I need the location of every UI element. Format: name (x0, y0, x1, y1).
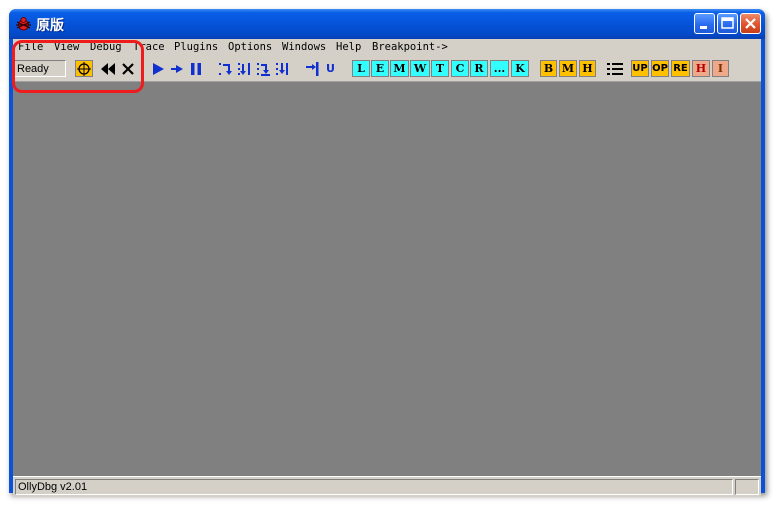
pause-icon (190, 62, 201, 75)
op-plugin-button[interactable]: OP (651, 60, 669, 77)
modules-window-button[interactable]: E (371, 60, 389, 77)
step-over-icon (237, 62, 250, 75)
log-window-button[interactable]: L (352, 60, 370, 77)
trace-over-button[interactable] (273, 60, 290, 77)
status-text: OllyDbg v2.01 (15, 479, 733, 495)
till-return-icon (305, 61, 318, 76)
pause-button[interactable] (187, 60, 204, 77)
menu-windows[interactable]: Windows (282, 41, 326, 53)
status-bar: OllyDbg v2.01 (13, 476, 761, 497)
minimize-icon (700, 26, 707, 29)
window-title: 原版 (36, 18, 64, 34)
bug-icon (16, 17, 31, 31)
step-into-icon (218, 62, 232, 75)
list-icon (607, 62, 623, 75)
references-window-button[interactable]: R (470, 60, 488, 77)
close-button[interactable] (740, 13, 761, 34)
menu-plugins[interactable]: Plugins (174, 41, 218, 53)
run-thread-button[interactable] (168, 60, 185, 77)
maximize-icon (721, 17, 734, 29)
execute-till-user-code-button[interactable]: U (322, 60, 339, 77)
hardware-breakpoints-button[interactable]: H (579, 60, 596, 77)
title-bar[interactable]: 原版 (9, 9, 765, 39)
trace-into-icon (256, 62, 270, 76)
run-thread-icon (170, 64, 183, 73)
play-icon (152, 62, 164, 75)
run-button[interactable] (149, 60, 166, 77)
maximize-button[interactable] (717, 13, 738, 34)
execute-till-return-button[interactable] (303, 60, 320, 77)
status-panel-secondary (735, 479, 759, 495)
minimize-button[interactable] (694, 13, 715, 34)
mdi-workspace[interactable] (13, 82, 761, 469)
trace-into-button[interactable] (254, 60, 271, 77)
step-into-button[interactable] (216, 60, 233, 77)
close-icon (745, 18, 756, 29)
threads-window-button[interactable]: T (431, 60, 449, 77)
run-trace-window-button[interactable]: ... (490, 60, 509, 77)
step-over-button[interactable] (235, 60, 252, 77)
trace-over-icon (275, 62, 288, 75)
menu-options[interactable]: Options (228, 41, 272, 53)
annotation-highlight (12, 40, 144, 93)
call-stack-window-button[interactable]: K (511, 60, 529, 77)
list-button[interactable] (606, 60, 624, 77)
menu-breakpoint[interactable]: Breakpoint-> (372, 41, 448, 53)
memory-window-button[interactable]: M (390, 60, 409, 77)
memory-breakpoints-button[interactable]: M (559, 60, 577, 77)
re-plugin-button[interactable]: RE (671, 60, 690, 77)
windows-window-button[interactable]: W (410, 60, 430, 77)
client-area: File View Debug Trace Plugins Options Wi… (13, 39, 761, 497)
h-plugin-button[interactable]: H (692, 60, 710, 77)
breakpoints-button[interactable]: B (540, 60, 557, 77)
i-plugin-button[interactable]: I (712, 60, 729, 77)
up-plugin-button[interactable]: UP (631, 60, 649, 77)
menu-help[interactable]: Help (336, 41, 361, 53)
cpu-window-button[interactable]: C (451, 60, 469, 77)
